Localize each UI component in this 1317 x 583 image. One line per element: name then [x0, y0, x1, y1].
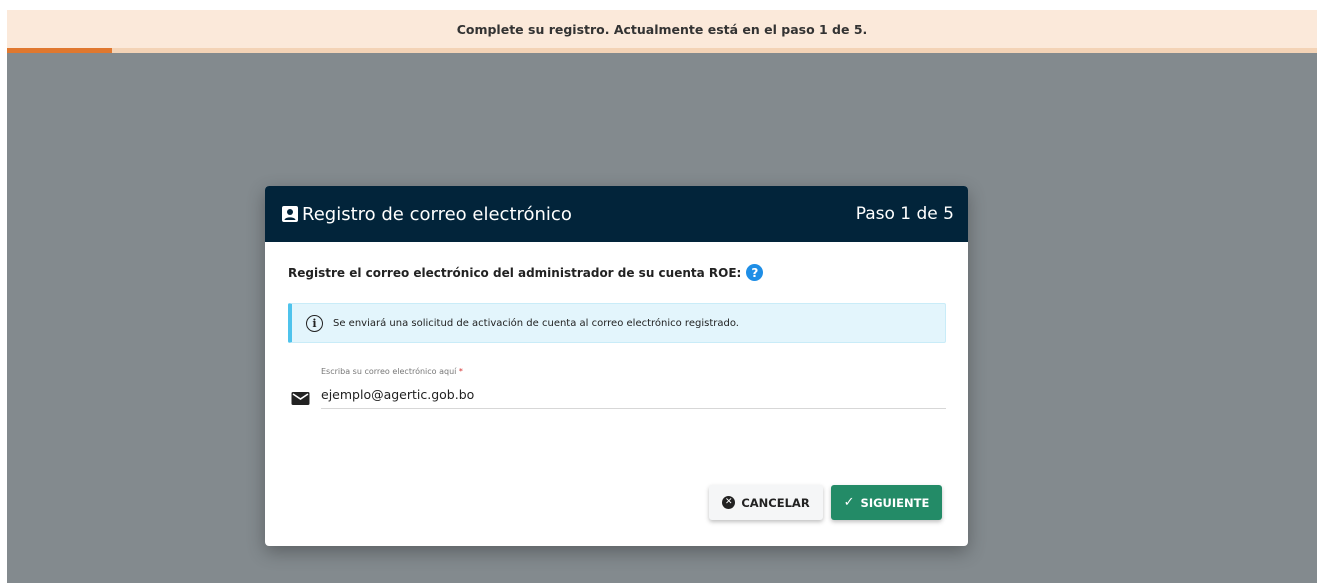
required-mark: * [458, 367, 463, 376]
cancel-circle-icon: ✕ [722, 496, 736, 509]
mail-icon [291, 391, 310, 411]
info-text: Se enviará una solicitud de activación d… [333, 317, 739, 329]
page: Complete su registro. Actualmente está e… [0, 0, 1317, 583]
cancel-label: CANCELAR [741, 495, 810, 510]
email-field-label: Escriba su correo electrónico aquí * [321, 367, 463, 376]
email-label-text: Escriba su correo electrónico aquí [321, 367, 457, 376]
next-label: SIGUIENTE [860, 495, 930, 510]
next-button[interactable]: ✓ SIGUIENTE [831, 485, 942, 520]
email-prompt: Registre el correo electrónico del admin… [288, 264, 764, 281]
email-field-group: Escriba su correo electrónico aquí * [291, 364, 946, 410]
prompt-text: Registre el correo electrónico del admin… [288, 265, 742, 280]
info-icon: i [306, 314, 323, 332]
account-box-icon [281, 205, 299, 223]
dialog-title-text: Registro de correo electrónico [302, 203, 572, 225]
registration-banner: Complete su registro. Actualmente está e… [7, 10, 1317, 48]
registration-dialog: Registro de correo electrónico Paso 1 de… [265, 186, 968, 546]
info-alert: i Se enviará una solicitud de activación… [288, 303, 946, 343]
dialog-header: Registro de correo electrónico Paso 1 de… [265, 186, 968, 242]
email-input[interactable] [321, 381, 946, 409]
dialog-title: Registro de correo electrónico [281, 204, 572, 225]
cancel-button[interactable]: ✕ CANCELAR [709, 485, 823, 520]
banner-text: Complete su registro. Actualmente está e… [456, 21, 868, 37]
check-icon: ✓ [843, 495, 855, 510]
help-icon[interactable]: ? [746, 264, 764, 281]
step-indicator: Paso 1 de 5 [855, 204, 954, 224]
